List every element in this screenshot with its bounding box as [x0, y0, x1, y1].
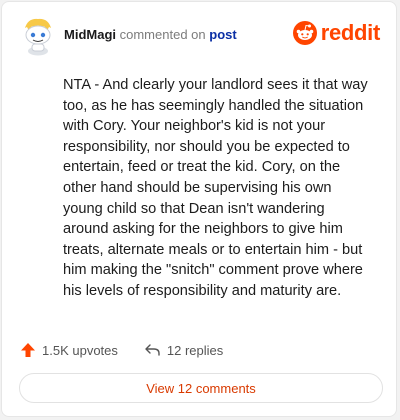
upvote-arrow-icon [21, 343, 35, 357]
user-avatar[interactable] [20, 16, 56, 56]
username-link[interactable]: MidMagi [64, 27, 116, 42]
reply-count: 12 replies [166, 342, 224, 358]
reddit-brand[interactable]: reddit [292, 20, 381, 46]
view-comments-button[interactable]: View 12 comments [19, 373, 383, 403]
reply-button[interactable]: 12 replies [144, 342, 223, 358]
reddit-wordmark: reddit [320, 20, 381, 45]
reply-arrow-icon [145, 344, 160, 356]
action-text: commented on [119, 27, 206, 42]
avatar-snoo-icon [25, 18, 51, 56]
comment-actions: 1.5K upvotes 12 replies [20, 339, 223, 361]
comment-header: MidMagi commented on post reddit [16, 14, 382, 56]
comment-card: MidMagi commented on post reddit NTA - A… [1, 1, 397, 417]
post-link[interactable]: post [209, 27, 236, 42]
reddit-snoo-icon [292, 21, 317, 45]
upvote-button[interactable]: 1.5K upvotes [20, 342, 118, 358]
upvote-count: 1.5K upvotes [42, 342, 118, 358]
comment-byline: MidMagi commented on post [64, 27, 237, 42]
comment-body: NTA - And clearly your landlord sees it … [63, 77, 368, 299]
